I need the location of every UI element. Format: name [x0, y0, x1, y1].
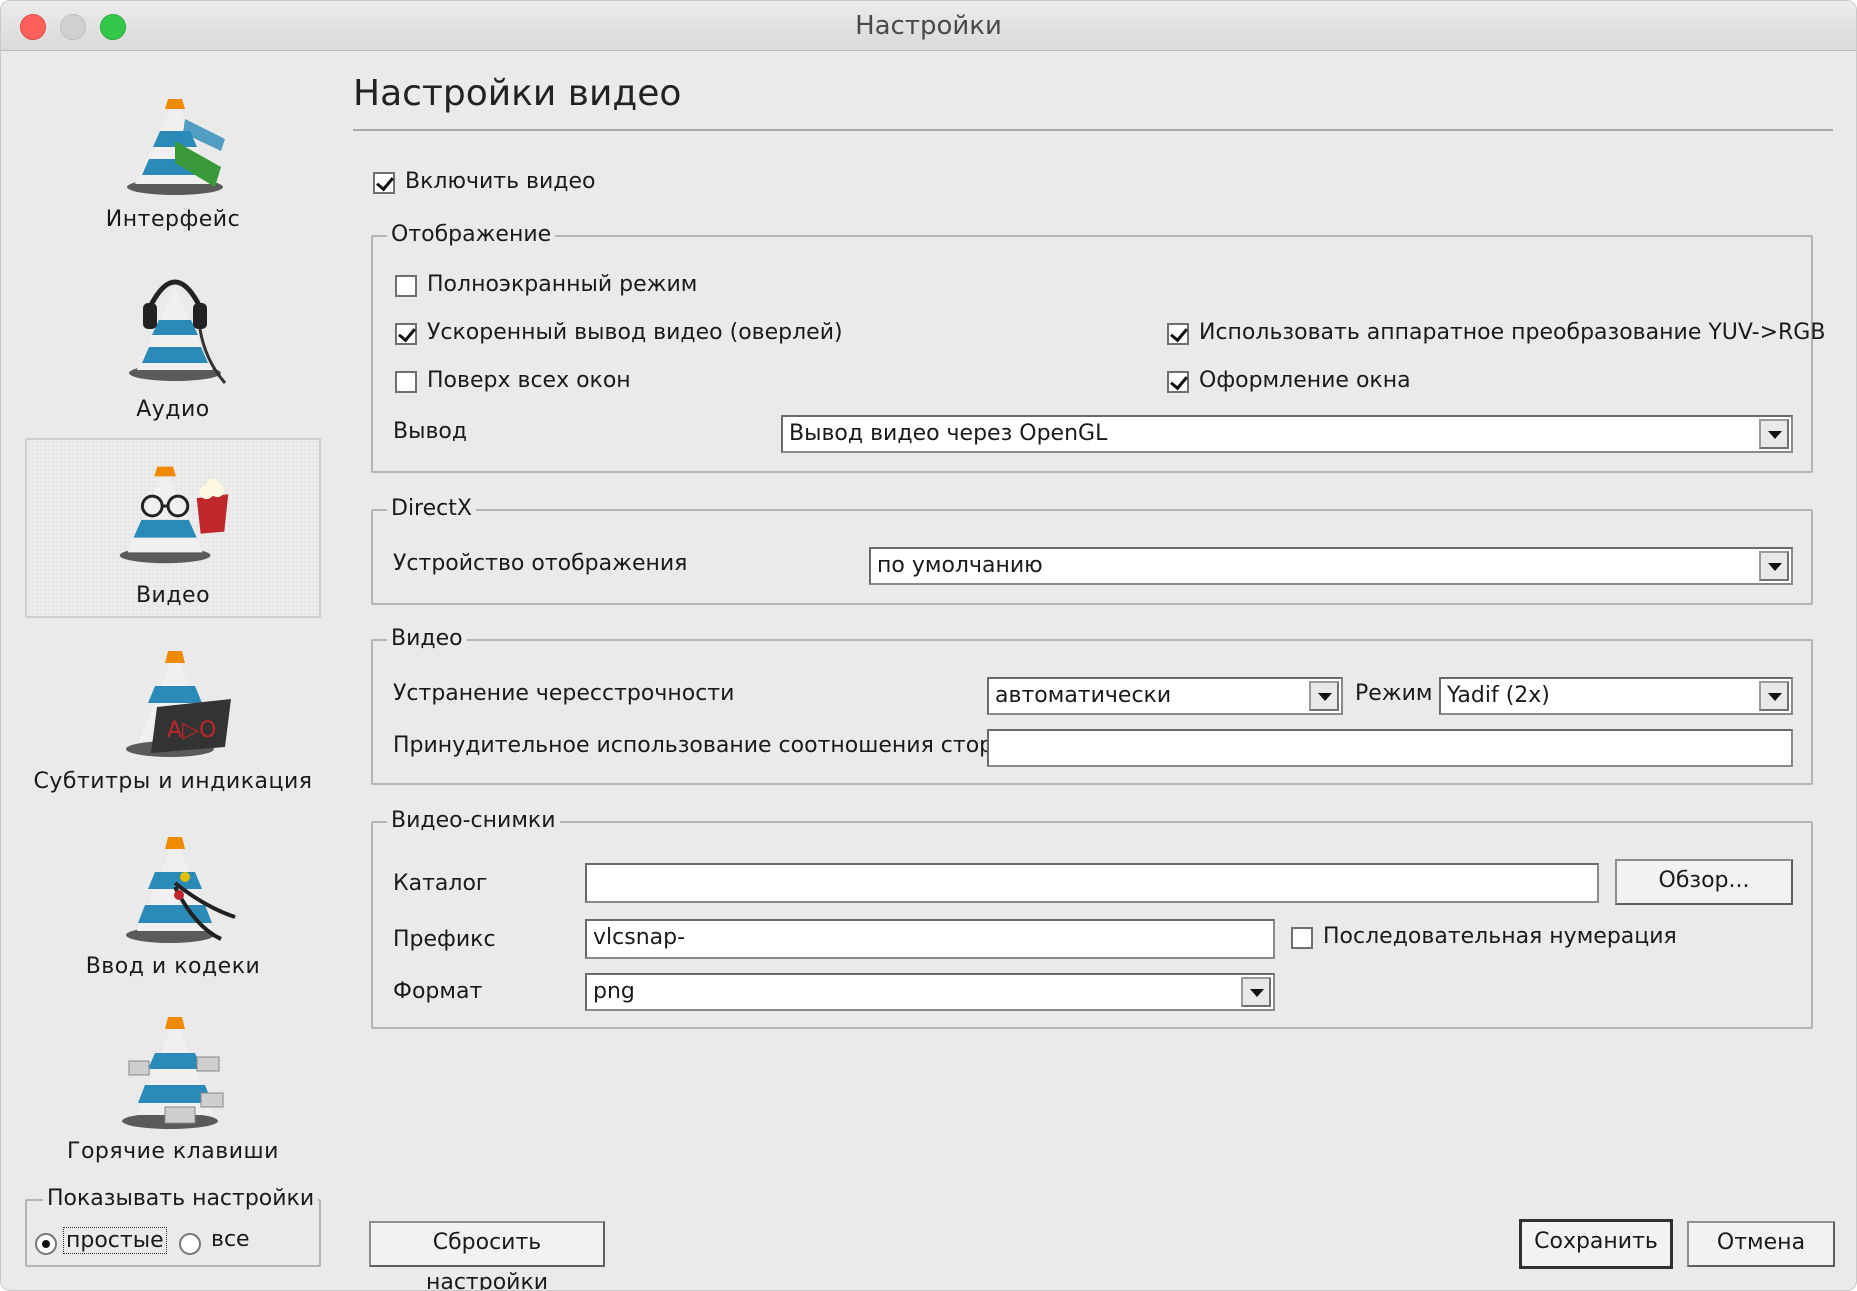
output-label: Вывод: [393, 419, 468, 444]
sidebar-item-label: Субтитры и индикация: [33, 769, 313, 794]
window-decorations-label: Оформление окна: [1199, 368, 1411, 393]
sidebar-item-label: Ввод и кодеки: [85, 954, 261, 979]
vlc-cone-video-icon: [119, 466, 229, 564]
chevron-down-icon: [1759, 681, 1789, 711]
save-button[interactable]: Сохранить: [1519, 1219, 1673, 1269]
sidebar-item-interface[interactable]: Интерфейс: [25, 71, 321, 249]
fullscreen-checkbox[interactable]: [395, 275, 417, 297]
directx-group: DirectX Устройство отображения по умолча…: [371, 496, 1813, 605]
display-group-title: Отображение: [387, 222, 556, 247]
deinterlace-mode-select[interactable]: Yadif (2x): [1439, 677, 1793, 715]
overlay-checkbox[interactable]: [395, 323, 417, 345]
vlc-cone-cables-icon: [126, 837, 236, 943]
snapshot-format-select[interactable]: png: [585, 973, 1275, 1011]
vlc-cone-keyboard-icon: [122, 1017, 224, 1129]
window-decorations-checkbox[interactable]: [1167, 371, 1189, 393]
svg-text:A▷O: A▷O: [167, 718, 216, 743]
browse-button[interactable]: Обзор...: [1615, 859, 1793, 905]
vlc-cone-subtitles-icon: A▷O: [126, 651, 231, 757]
sidebar-item-subtitles[interactable]: A▷O Субтитры и индикация: [25, 633, 321, 811]
vlc-cone-interface-icon: [127, 99, 225, 195]
deinterlace-select[interactable]: автоматически: [987, 677, 1343, 715]
chevron-down-icon: [1309, 681, 1339, 711]
vlc-cone-headphones-icon: [129, 279, 227, 384]
enable-video-checkbox[interactable]: [373, 172, 395, 194]
show-all-label[interactable]: все: [211, 1227, 250, 1252]
snapshot-directory-input[interactable]: [585, 863, 1599, 903]
show-simple-radio[interactable]: [35, 1233, 57, 1255]
aspect-ratio-label: Принудительное использование соотношения…: [393, 733, 1021, 758]
snapshot-prefix-value: vlcsnap-: [593, 925, 686, 950]
snapshot-prefix-input[interactable]: vlcsnap-: [585, 919, 1275, 959]
show-simple-label[interactable]: простые: [63, 1227, 167, 1254]
page-title: Настройки видео: [353, 73, 682, 114]
sequential-numbering-label: Последовательная нумерация: [1323, 924, 1677, 949]
output-select-value: Вывод видео через OpenGL: [789, 421, 1108, 446]
video-group: Видео Устранение чересстрочности автомат…: [371, 626, 1813, 785]
directx-group-title: DirectX: [387, 496, 476, 521]
snapshots-group: Видео-снимки Каталог Обзор... Префикс vl…: [371, 808, 1813, 1029]
aspect-ratio-input[interactable]: [987, 729, 1793, 767]
video-group-title: Видео: [387, 626, 467, 651]
show-settings-group: Показывать настройки простые все: [25, 1186, 321, 1267]
deinterlace-mode-value: Yadif (2x): [1447, 683, 1550, 708]
sidebar-item-video[interactable]: Видео: [25, 438, 321, 618]
show-settings-title: Показывать настройки: [43, 1186, 319, 1211]
chevron-down-icon: [1241, 977, 1271, 1007]
title-bar: Настройки: [1, 1, 1856, 51]
display-group: Отображение Полноэкранный режим Ускоренн…: [371, 222, 1825, 473]
sidebar-item-input-codecs[interactable]: Ввод и кодеки: [25, 819, 321, 997]
always-on-top-label: Поверх всех окон: [427, 368, 631, 393]
sidebar-item-label: Горячие клавиши: [67, 1139, 279, 1164]
title-divider: [353, 129, 1833, 131]
sidebar-item-hotkeys[interactable]: Горячие клавиши: [25, 1003, 321, 1181]
snapshots-group-title: Видео-снимки: [387, 808, 560, 833]
yuv-rgb-checkbox[interactable]: [1167, 323, 1189, 345]
overlay-label: Ускоренный вывод видео (оверлей): [427, 320, 843, 345]
sidebar-item-label: Видео: [135, 583, 211, 608]
display-device-select[interactable]: по умолчанию: [869, 547, 1793, 585]
sequential-numbering-checkbox[interactable]: [1291, 927, 1313, 949]
always-on-top-checkbox[interactable]: [395, 371, 417, 393]
show-all-radio[interactable]: [179, 1233, 201, 1255]
snapshot-directory-label: Каталог: [393, 871, 488, 896]
fullscreen-label: Полноэкранный режим: [427, 272, 698, 297]
deinterlace-mode-label: Режим: [1355, 681, 1433, 706]
display-device-value: по умолчанию: [877, 553, 1043, 578]
yuv-rgb-label: Использовать аппаратное преобразование Y…: [1199, 320, 1826, 345]
preferences-window: Настройки Интерфейс Аудио Видео A▷O Субт…: [0, 0, 1857, 1291]
enable-video-label: Включить видео: [405, 169, 596, 194]
output-select[interactable]: Вывод видео через OpenGL: [781, 415, 1793, 453]
sidebar-item-label: Аудио: [136, 397, 210, 422]
deinterlace-value: автоматически: [995, 683, 1172, 708]
cancel-button[interactable]: Отмена: [1687, 1221, 1835, 1267]
sidebar-item-audio[interactable]: Аудио: [25, 257, 321, 435]
display-device-label: Устройство отображения: [393, 551, 688, 576]
deinterlace-label: Устранение чересстрочности: [393, 681, 735, 706]
chevron-down-icon: [1759, 419, 1789, 449]
sidebar-item-label: Интерфейс: [105, 207, 241, 232]
reset-preferences-button[interactable]: Сбросить настройки: [369, 1221, 605, 1290]
snapshot-format-value: png: [593, 979, 635, 1004]
window-title: Настройки: [855, 11, 1002, 41]
chevron-down-icon: [1759, 551, 1789, 581]
snapshot-prefix-label: Префикс: [393, 927, 496, 952]
snapshot-format-label: Формат: [393, 979, 483, 1004]
